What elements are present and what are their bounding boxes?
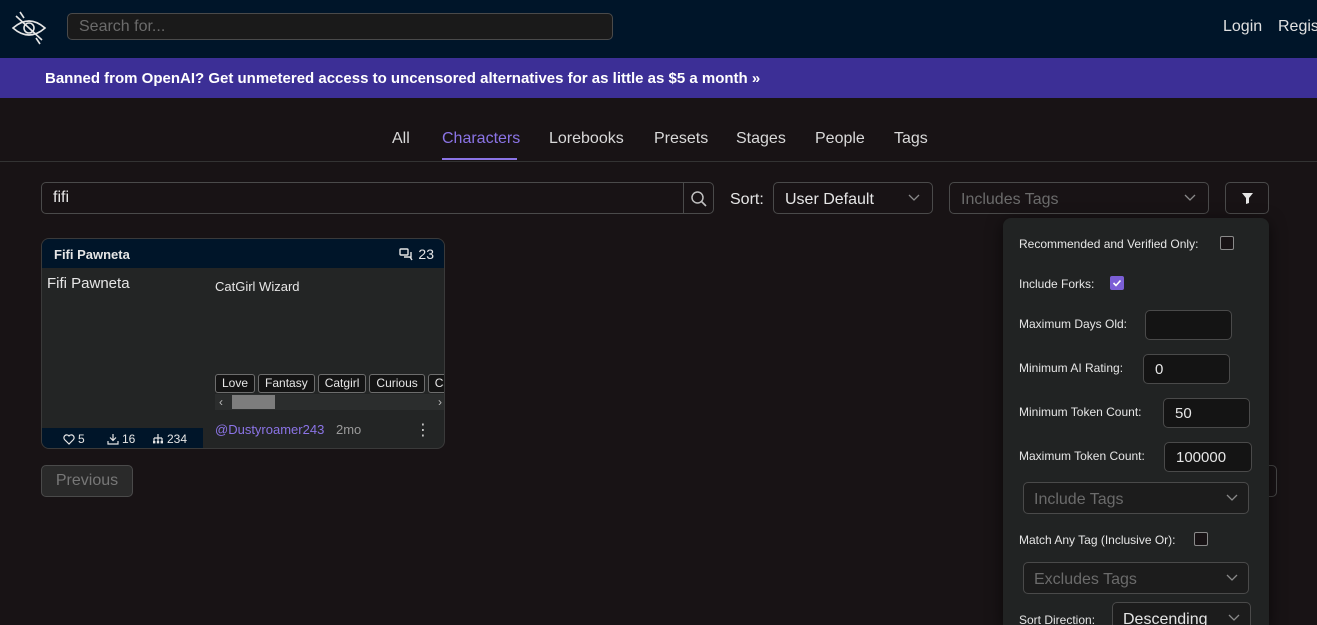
character-search-input[interactable]	[41, 182, 683, 214]
tab-tags[interactable]: Tags	[894, 130, 928, 148]
downloads-stat: 16	[107, 432, 135, 446]
max-days-label: Maximum Days Old:	[1019, 317, 1128, 331]
likes-count: 5	[78, 432, 85, 446]
chevron-down-icon	[908, 194, 920, 201]
include-tags-placeholder: Include Tags	[1034, 491, 1124, 508]
tag-chip[interactable]: Catgirl	[317, 374, 367, 393]
scroll-right-icon[interactable]: ›	[438, 394, 442, 410]
card-header: Fifi Pawneta 23	[42, 239, 444, 268]
min-ai-rating-input[interactable]	[1143, 354, 1230, 384]
tag-chip[interactable]: Ca	[427, 374, 444, 393]
checkmark-icon	[1112, 279, 1122, 287]
exclude-tags-placeholder: Excludes Tags	[1034, 571, 1137, 588]
sort-direction-label: Sort Direction:	[1019, 613, 1096, 625]
tag-chip[interactable]: Love	[215, 374, 256, 393]
register-link[interactable]: Register	[1278, 18, 1317, 36]
chevron-down-icon	[1226, 494, 1238, 501]
card-age: 2mo	[336, 422, 362, 437]
chat-count: 23	[399, 246, 434, 262]
min-token-input[interactable]	[1163, 398, 1250, 428]
sort-select[interactable]: User Default	[773, 182, 933, 214]
active-tab-indicator	[442, 158, 517, 160]
global-search-input[interactable]	[67, 13, 613, 40]
include-forks-label: Include Forks:	[1019, 277, 1095, 291]
chevron-down-icon	[1226, 574, 1238, 581]
match-any-tag-checkbox[interactable]	[1194, 532, 1208, 546]
max-token-label: Maximum Token Count:	[1019, 449, 1145, 463]
tab-characters[interactable]: Characters	[442, 130, 520, 148]
card-title[interactable]: Fifi Pawneta	[54, 247, 130, 262]
min-token-label: Minimum Token Count:	[1019, 405, 1142, 419]
search-icon	[691, 191, 707, 207]
sort-direction-value: Descending	[1123, 611, 1208, 625]
include-forks-checkbox[interactable]	[1110, 276, 1124, 290]
promo-banner-text[interactable]: Banned from OpenAI? Get unmetered access…	[45, 70, 760, 87]
includes-tags-placeholder: Includes Tags	[961, 191, 1059, 208]
forks-stat: 234	[152, 432, 187, 446]
previous-page-button[interactable]: Previous	[41, 465, 133, 497]
login-link[interactable]: Login	[1223, 18, 1262, 36]
download-icon	[107, 434, 119, 445]
tab-lorebooks[interactable]: Lorebooks	[549, 130, 624, 148]
heart-icon	[63, 433, 75, 445]
recommended-checkbox[interactable]	[1220, 236, 1234, 250]
tag-chip-list: LoveFantasyCatgirlCuriousCa	[215, 374, 444, 394]
tab-presets[interactable]: Presets	[654, 130, 708, 148]
likes-stat: 5	[63, 432, 85, 446]
chat-bubbles-icon	[399, 247, 414, 260]
more-options-icon[interactable]: ⋮	[415, 420, 431, 440]
promo-banner[interactable]: Banned from OpenAI? Get unmetered access…	[0, 58, 1317, 98]
max-token-input[interactable]	[1164, 442, 1252, 472]
tab-all[interactable]: All	[392, 130, 410, 148]
chevron-down-icon	[1184, 194, 1196, 201]
exclude-tags-select[interactable]: Excludes Tags	[1023, 562, 1249, 594]
filter-funnel-icon	[1242, 193, 1253, 204]
include-tags-select[interactable]: Include Tags	[1023, 482, 1249, 514]
tag-scrollbar[interactable]: ‹ ›	[215, 394, 444, 410]
downloads-count: 16	[122, 432, 136, 446]
sort-direction-select[interactable]: Descending	[1112, 602, 1251, 625]
tab-people[interactable]: People	[815, 130, 865, 148]
scrollbar-thumb[interactable]	[232, 395, 275, 409]
sort-label: Sort:	[730, 191, 764, 208]
includes-tags-select[interactable]: Includes Tags	[949, 182, 1209, 214]
match-any-tag-label: Match Any Tag (Inclusive Or):	[1019, 533, 1176, 547]
chevron-down-icon	[1228, 614, 1240, 621]
author-link[interactable]: @Dustyroamer243	[215, 422, 324, 437]
eye-logo-icon[interactable]	[10, 10, 48, 46]
tag-chip[interactable]: Fantasy	[258, 374, 315, 393]
forks-count: 234	[167, 432, 188, 446]
character-card[interactable]: Fifi Pawneta 23 Fifi Pawneta CatGirl Wiz…	[41, 238, 445, 449]
tag-chip[interactable]: Curious	[369, 374, 425, 393]
sort-select-value: User Default	[785, 191, 874, 208]
chat-count-value: 23	[418, 246, 434, 262]
card-character-name: Fifi Pawneta	[47, 275, 130, 292]
fork-tree-icon	[153, 434, 163, 444]
recommended-label: Recommended and Verified Only:	[1019, 237, 1199, 251]
category-tabs: All Characters Lorebooks Presets Stages …	[0, 98, 1317, 162]
filter-panel: Recommended and Verified Only: Include F…	[1003, 218, 1269, 625]
top-bar: Login Register	[0, 0, 1317, 58]
scroll-left-icon[interactable]: ‹	[219, 394, 223, 410]
tab-stages[interactable]: Stages	[736, 130, 786, 148]
filter-toggle-button[interactable]	[1225, 182, 1269, 214]
card-stats: 5 16 234	[42, 428, 203, 448]
max-days-input[interactable]	[1145, 310, 1232, 340]
card-tagline: CatGirl Wizard	[215, 279, 300, 294]
min-ai-rating-label: Minimum AI Rating:	[1019, 361, 1124, 375]
search-button[interactable]	[683, 182, 714, 214]
